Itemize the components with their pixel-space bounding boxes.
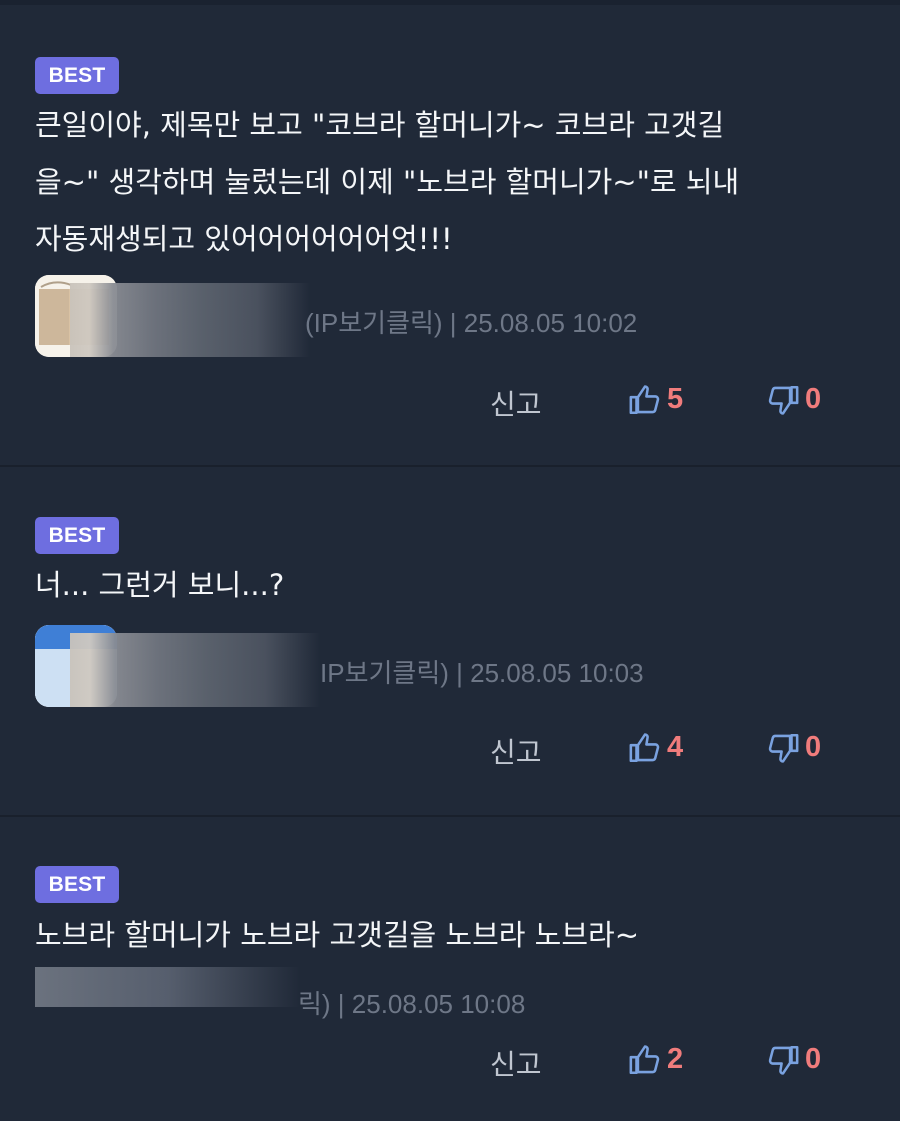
- best-badge: BEST: [35, 517, 119, 554]
- comment-actions: 신고 4 0: [0, 725, 900, 775]
- best-badge: BEST: [35, 866, 119, 903]
- like-count: 4: [667, 731, 684, 763]
- thumbs-down-icon[interactable]: [766, 1043, 800, 1077]
- like-count: 5: [667, 383, 684, 415]
- comment-meta: IP보기클릭) | 25.08.05 10:03: [320, 658, 644, 688]
- comment-item: BEST 노브라 할머니가 노브라 고갯길을 노브라 노브라~ 릭) | 25.…: [0, 817, 900, 1121]
- thumbs-up-icon[interactable]: [628, 1043, 662, 1077]
- like-count: 2: [667, 1043, 684, 1075]
- thumbs-up-icon[interactable]: [628, 731, 662, 765]
- username-obscured: [70, 283, 310, 357]
- dislike-count: 0: [805, 383, 822, 415]
- comment-meta: 릭) | 25.08.05 10:08: [298, 989, 526, 1019]
- comment-actions: 신고 5 0: [0, 377, 900, 427]
- comment-text: 노브라 할머니가 노브라 고갯길을 노브라 노브라~: [35, 918, 639, 952]
- report-button[interactable]: 신고: [490, 383, 542, 423]
- thumbs-up-icon[interactable]: [628, 383, 662, 417]
- comment-item: BEST 너... 그런거 보니...? IP보기클릭) | 25.08.05 …: [0, 467, 900, 815]
- report-button[interactable]: 신고: [490, 731, 542, 771]
- username-obscured: [35, 967, 300, 1007]
- thumbs-down-icon[interactable]: [766, 731, 800, 765]
- comment-item: BEST 큰일이야, 제목만 보고 "코브라 할머니가~ 코브라 고갯길 을~"…: [0, 5, 900, 465]
- comment-text: 너... 그런거 보니...?: [35, 568, 285, 602]
- dislike-count: 0: [805, 1043, 822, 1075]
- thumbs-down-icon[interactable]: [766, 383, 800, 417]
- dislike-count: 0: [805, 731, 822, 763]
- report-button[interactable]: 신고: [490, 1043, 542, 1083]
- comment-actions: 신고 2 0: [0, 1037, 900, 1087]
- username-obscured: [70, 633, 320, 707]
- best-badge: BEST: [35, 57, 119, 94]
- comment-text: 큰일이야, 제목만 보고 "코브라 할머니가~ 코브라 고갯길 을~" 생각하며…: [35, 108, 740, 256]
- comment-meta: (IP보기클릭) | 25.08.05 10:02: [305, 308, 638, 338]
